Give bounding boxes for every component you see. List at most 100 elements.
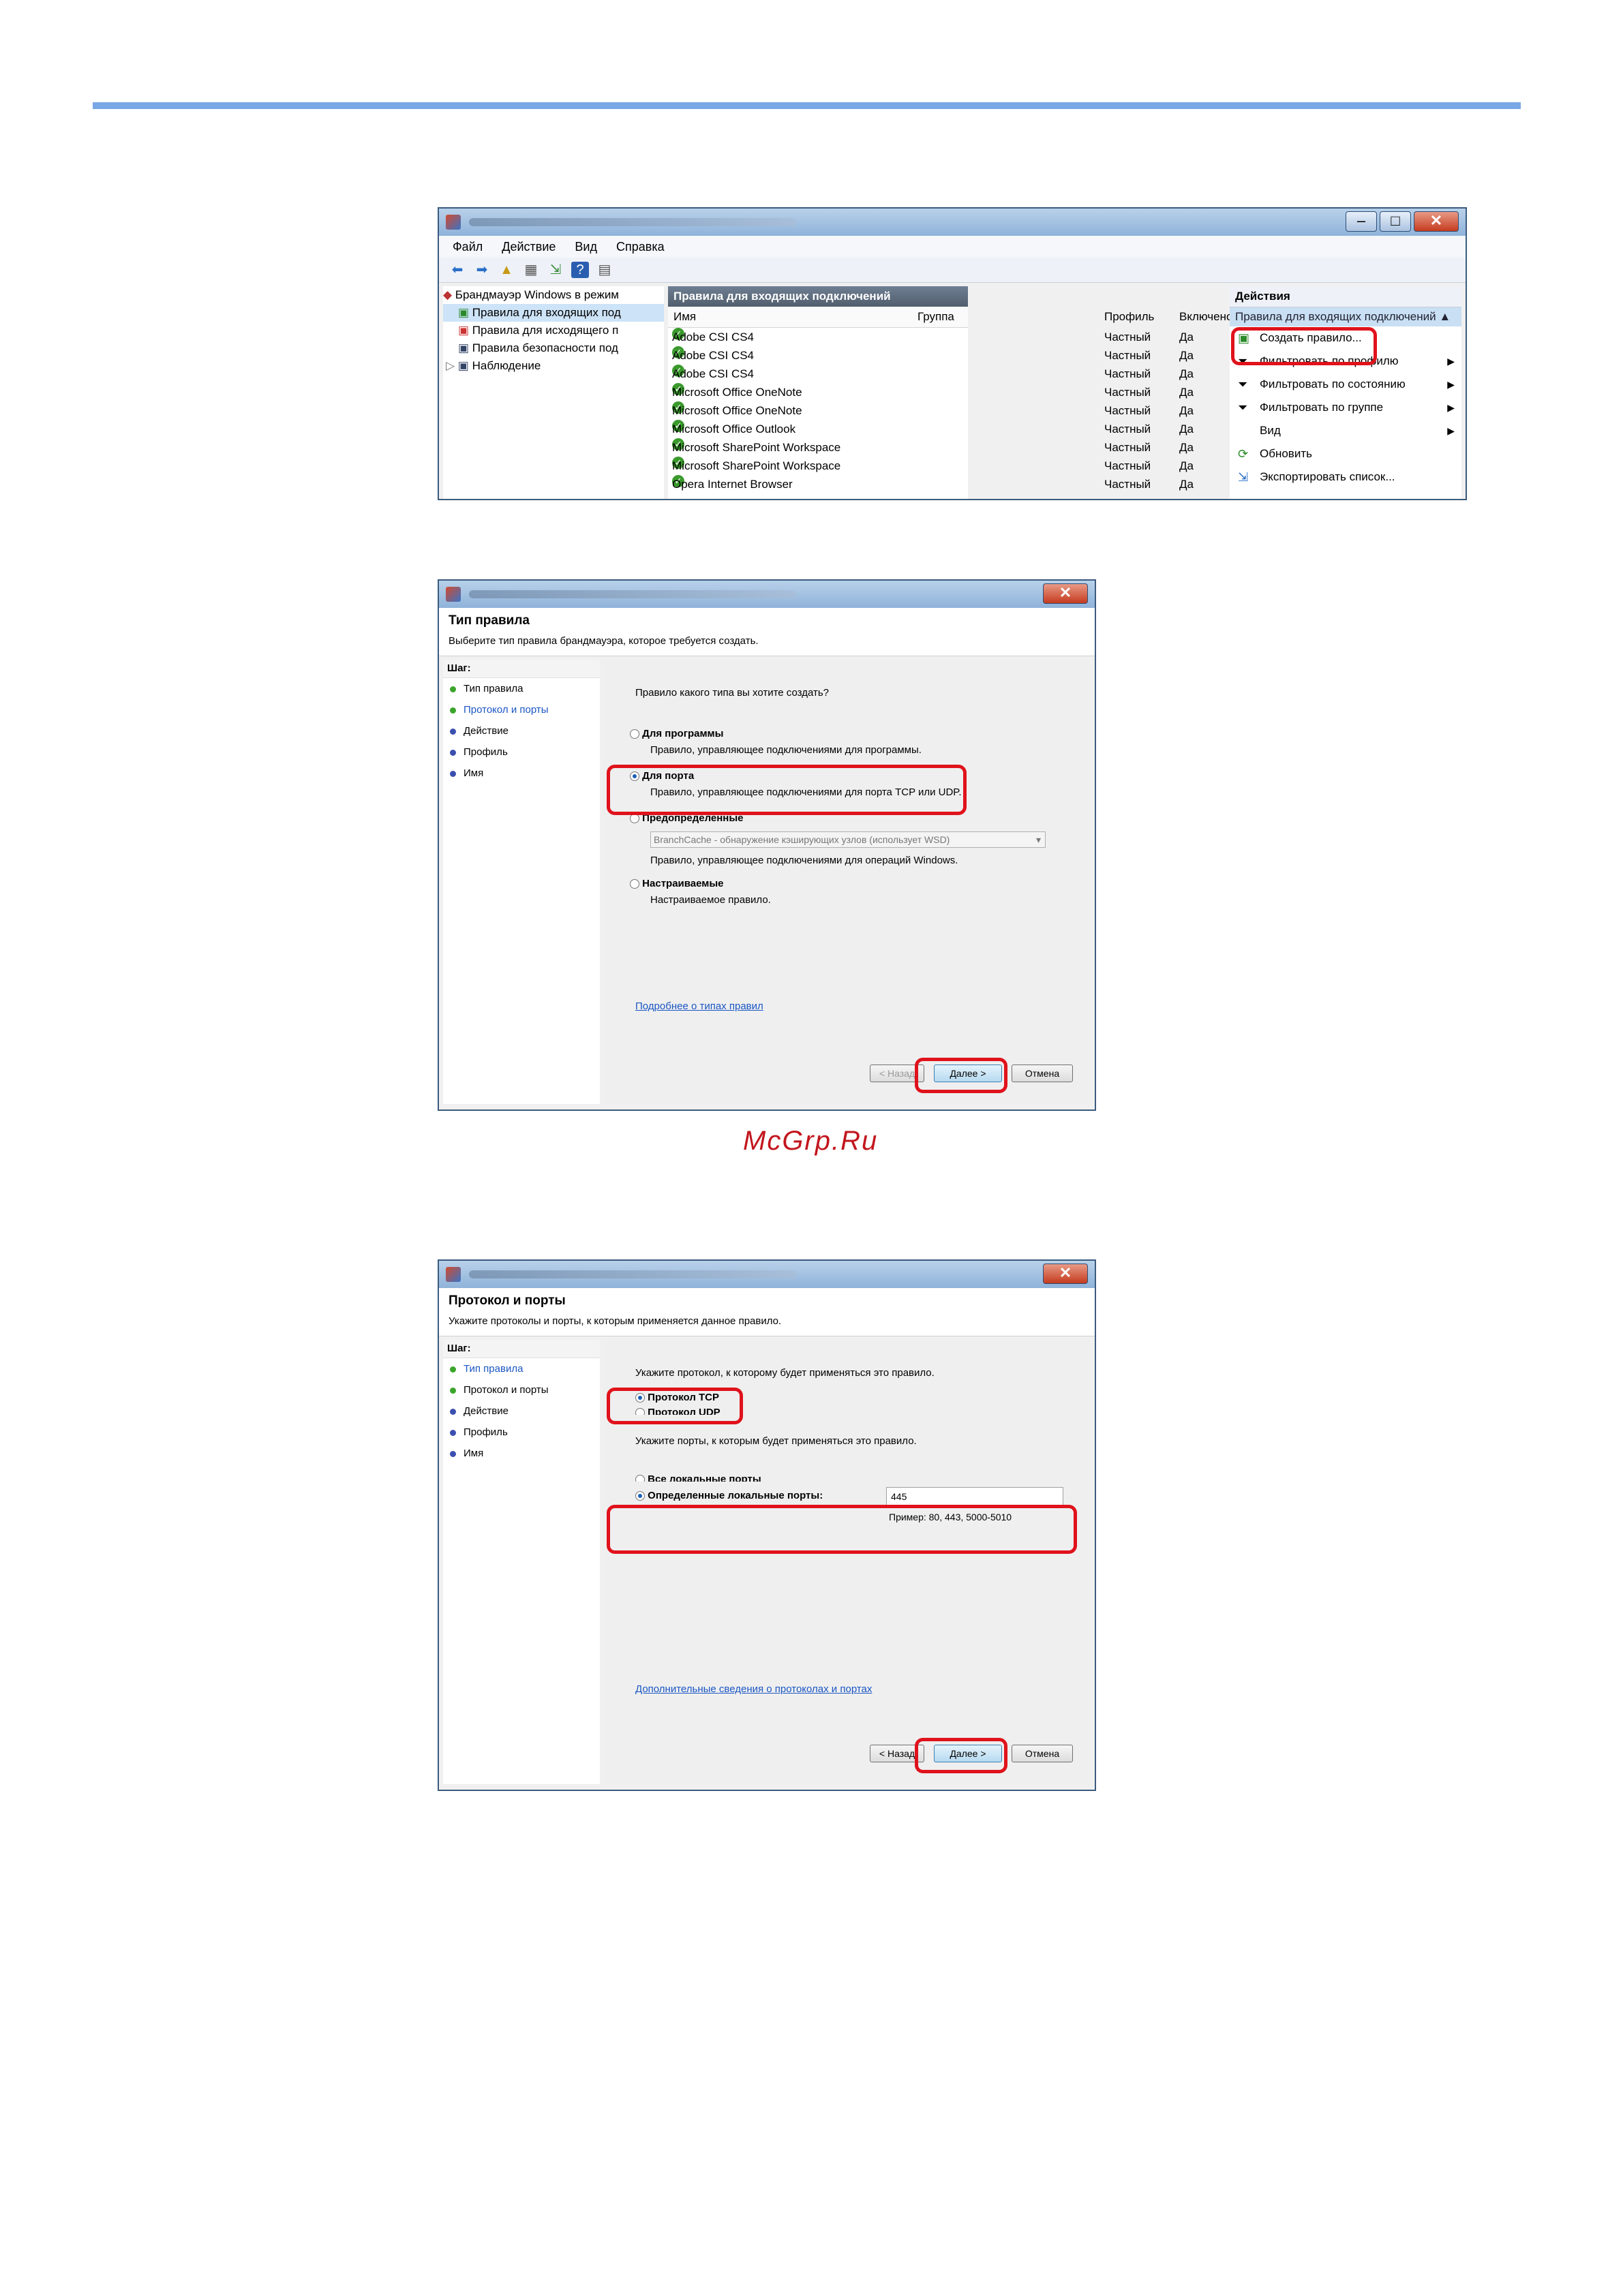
table-row[interactable]: ✓ Microsoft SharePoint Workspace Частный Да [668,438,1194,457]
filter-icon: ⏷ [1238,401,1248,414]
rule-type-question: Правило какого типа вы хотите создать? [635,687,829,699]
radio-specific-ports[interactable] [635,1491,645,1501]
firewall-app-icon [446,1267,461,1282]
table-row[interactable]: ✓ Adobe CSI CS4 Частный Да [668,365,1194,383]
console-tree: ◆ Брандмауэр Windows в режим ▣ Правила д… [443,286,664,499]
tree-outbound-rules[interactable]: ▣ Правила для исходящего п [443,322,664,339]
wizard1-steps: Шаг: Тип правила Протокол и порты Действ… [443,660,600,1104]
menu-help[interactable]: Справка [616,240,665,254]
security-rules-icon: ▣ [458,341,472,354]
predefined-select[interactable]: BranchCache - обнаружение кэширующих узл… [650,831,1046,848]
wizard1-close-button[interactable]: ✕ [1043,583,1088,604]
inbound-rules-icon: ▣ [458,306,472,319]
rule-profile-cell: Частный [1104,367,1151,380]
firewall-app-icon [446,587,461,602]
actions-subheader[interactable]: Правила для входящих подключений ▲ [1230,307,1461,326]
table-row[interactable]: ✓ Microsoft Office OneNote Частный Да [668,383,1194,401]
minimize-button[interactable]: – [1346,211,1377,232]
expand-chevron-icon: ▷ [446,359,458,372]
rule-enabled-cell: Да [1179,478,1194,491]
show-hide-tree-icon[interactable]: ▦ [522,262,540,278]
forward-arrow-icon[interactable]: ➡ [473,262,491,278]
wizard1-subtitle: Выберите тип правила брандмауэра, которо… [449,635,759,647]
option-program-label: Для программы [642,728,724,739]
rule-profile-cell: Частный [1104,404,1151,417]
rule-profile-cell: Частный [1104,478,1151,491]
option-all-ports-label: Все локальные порты [648,1473,761,1482]
protocols-help-link[interactable]: Дополнительные сведения о протоколах и п… [635,1683,872,1695]
radio-custom[interactable] [630,879,639,889]
ports-input[interactable]: 445 [886,1487,1063,1506]
submenu-arrow-icon: ▶ [1447,425,1455,436]
action-view-label: Вид [1260,424,1281,437]
action-filter-group[interactable]: ⏷ Фильтровать по группе ▶ [1230,396,1461,419]
radio-all-ports[interactable] [635,1475,645,1482]
menu-action[interactable]: Действие [502,240,556,254]
table-row[interactable]: ✓ Adobe CSI CS4 Частный Да [668,346,1194,365]
wizard2-steps: Шаг: Тип правила Протокол и порты Действ… [443,1340,600,1784]
wizard2-titlebar: ✕ [439,1261,1095,1288]
export-icon[interactable]: ⇲ [547,262,564,278]
table-row[interactable]: ✓ Microsoft Office Outlook Частный Да [668,420,1194,438]
option-predefined-desc: Правило, управляющее подключениями для о… [650,855,958,866]
action-export[interactable]: ⇲ Экспортировать список... [1230,465,1461,489]
rule-enabled-cell: Да [1179,367,1194,380]
radio-predefined[interactable] [630,814,639,824]
back-arrow-icon[interactable]: ⬅ [449,262,466,278]
step-action: Действие [443,720,600,741]
rule-types-help-link[interactable]: Подробнее о типах правил [635,1000,763,1012]
action-refresh[interactable]: ⟳ Обновить [1230,442,1461,465]
close-button[interactable]: ✕ [1414,211,1459,232]
cancel-button[interactable]: Отмена [1012,1745,1073,1762]
rules-column-headers: Имя Группа Профиль Включено [668,307,1232,328]
maximize-button[interactable]: □ [1380,211,1411,232]
table-row[interactable]: ✓ Opera Internet Browser Частный Да [668,475,1194,493]
highlight-port-option [607,765,967,815]
wizard2-close-button[interactable]: ✕ [1043,1264,1088,1284]
rule-enabled-cell: Да [1179,404,1194,417]
actions-header: Действия [1230,286,1461,307]
toolbar: ⬅ ➡ ▲ ▦ ⇲ ? ▤ [439,258,1466,283]
table-row[interactable]: ✓ Microsoft Office OneNote Частный Да [668,401,1194,420]
cancel-button[interactable]: Отмена [1012,1065,1073,1082]
table-row[interactable]: ✓ Adobe CSI CS4 Частный Да [668,328,1194,346]
radio-program[interactable] [630,729,639,739]
rules-rows: ✓ Adobe CSI CS4 Частный Да ✓ Adobe CSI CS4 Час… [668,328,1194,493]
action-filter-group-label: Фильтровать по группе [1260,401,1384,414]
wizard1-title-blurred [469,590,796,598]
col-name[interactable]: Имя [673,307,696,327]
wizard2-header: Протокол и порты Укажите протоколы и пор… [439,1288,1095,1336]
action-view[interactable]: Вид ▶ [1230,419,1461,442]
rule-profile-cell: Частный [1104,459,1151,472]
tree-inbound-rules[interactable]: ▣ Правила для входящих под [443,304,664,322]
option-custom-desc: Настраиваемое правило. [650,894,771,906]
firewall-app-icon [446,215,461,230]
option-custom[interactable]: Настраиваемые [630,878,724,889]
tree-security-rules[interactable]: ▣ Правила безопасности под [443,339,664,357]
menu-view[interactable]: Вид [575,240,597,254]
help-icon[interactable]: ? [571,262,589,278]
option-program[interactable]: Для программы [630,728,723,739]
collapse-up-icon: ▲ [1439,310,1451,323]
step-protocol-ports: Протокол и порты [443,699,600,720]
menu-file[interactable]: Файл [453,240,483,254]
titlebar: – □ ✕ [439,209,1466,236]
properties-icon[interactable]: ▤ [596,262,613,278]
tree-root[interactable]: ◆ Брандмауэр Windows в режим [443,286,664,304]
option-all-ports[interactable]: Все локальные порты [635,1473,761,1482]
watermark: McGrp.Ru [743,1126,879,1156]
wizard1-header: Тип правила Выберите тип правила брандма… [439,608,1095,656]
col-profile[interactable]: Профиль [1104,307,1154,327]
option-specific-ports[interactable]: Определенные локальные порты: [635,1490,823,1501]
step-profile: Профиль [443,1422,600,1443]
steps-label: Шаг: [443,660,600,678]
col-group[interactable]: Группа [917,307,954,327]
rule-profile-cell: Частный [1104,441,1151,454]
up-folder-icon[interactable]: ▲ [498,262,515,278]
table-row[interactable]: ✓ Microsoft SharePoint Workspace Частный Да [668,457,1194,475]
col-enabled[interactable]: Включено [1179,307,1232,327]
export-list-icon: ⇲ [1238,470,1249,484]
tree-monitoring[interactable]: ▷ ▣ Наблюдение [443,357,664,375]
action-filter-state[interactable]: ⏷ Фильтровать по состоянию ▶ [1230,373,1461,396]
tree-monitoring-label: Наблюдение [472,359,541,372]
